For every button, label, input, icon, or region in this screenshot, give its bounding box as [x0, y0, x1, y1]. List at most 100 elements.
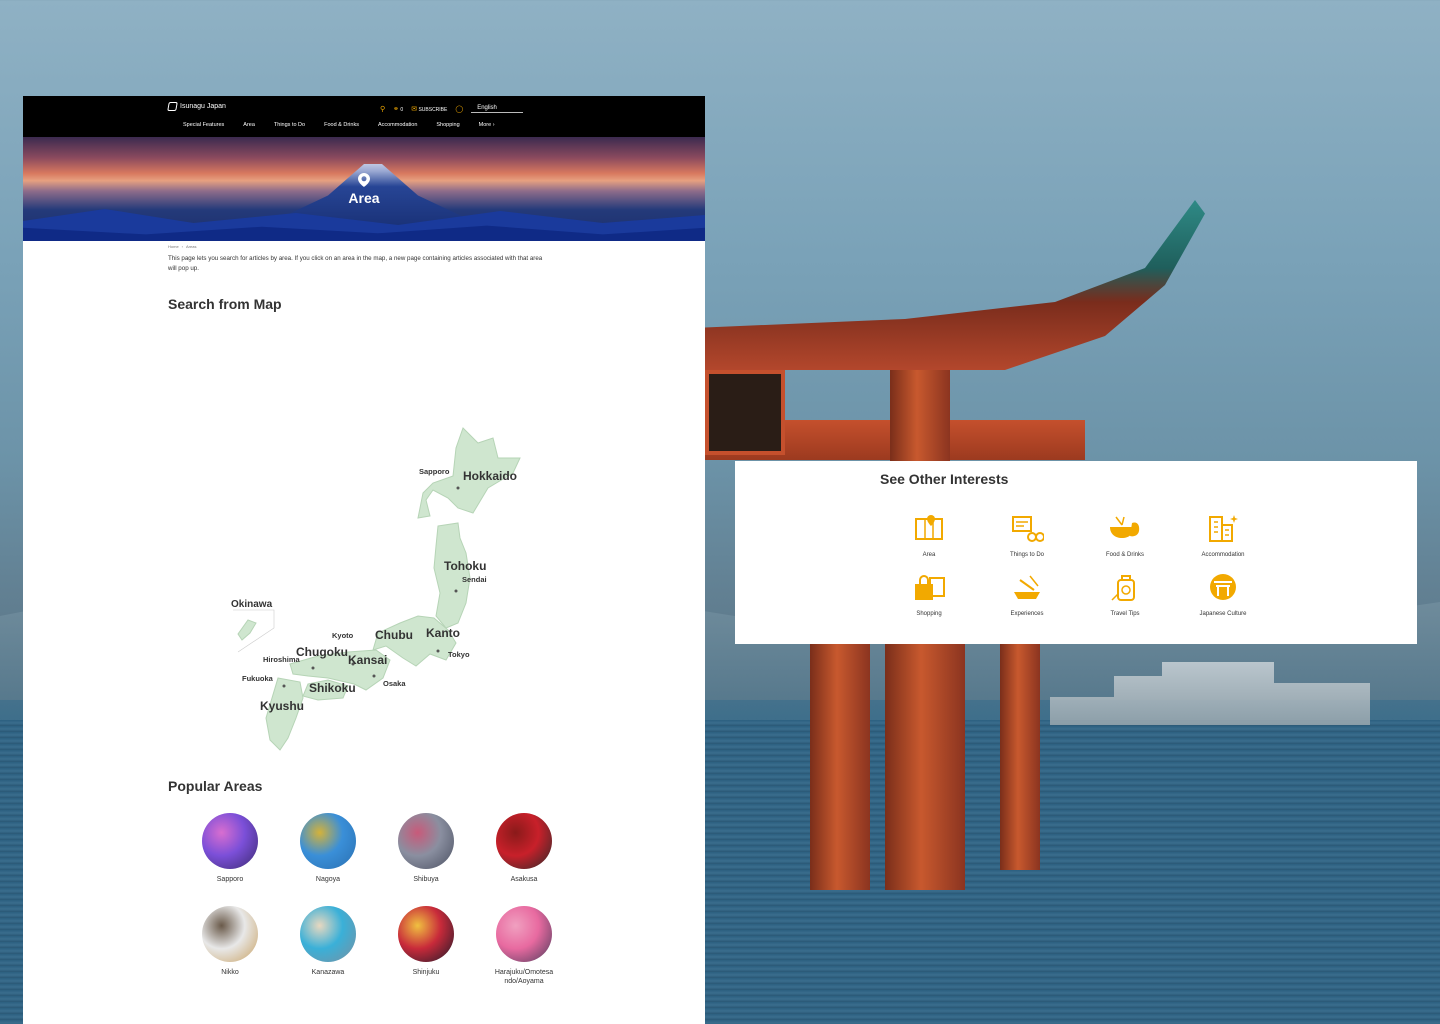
nav-item-things-to-do[interactable]: Things to Do [274, 122, 305, 128]
subscribe-button[interactable]: ✉ SUBSCRIBE [411, 106, 447, 113]
interest-label: Experiences [1010, 611, 1044, 617]
popular-area-item[interactable]: Harajuku/Omotesando/Aoyama [475, 906, 573, 986]
clip-count: 0 [400, 106, 404, 113]
interest-label: Travel Tips [1110, 611, 1140, 617]
interest-item[interactable]: Accommodation [1174, 513, 1272, 558]
torii-post [885, 640, 965, 890]
website-preview: Isunagu Japan ⚲ ⚭ 0 ✉ SUBSCRIBE ◯ Englis… [23, 96, 705, 1024]
map-label-hokkaido[interactable]: Hokkaido [463, 469, 517, 483]
search-icon[interactable]: ⚲ [380, 106, 385, 113]
hero-banner: Area [23, 137, 705, 241]
area-photo [300, 813, 356, 869]
area-name: Shibuya [413, 876, 439, 883]
shopping-bag-icon [912, 572, 946, 607]
interest-item[interactable]: Experiences [978, 572, 1076, 617]
interest-label: Japanese Culture [1199, 611, 1247, 617]
header-utilities: ⚲ ⚭ 0 ✉ SUBSCRIBE ◯ English [380, 105, 523, 113]
area-photo [202, 906, 258, 963]
interest-item[interactable]: Things to Do [978, 513, 1076, 558]
interest-item[interactable]: Japanese Culture [1174, 572, 1272, 617]
popular-area-item[interactable]: Nikko [181, 906, 279, 986]
interests-grid: Area Things to Do Food & Drinks Accommodati… [880, 513, 1272, 617]
popular-area-item[interactable]: Shibuya [377, 813, 475, 884]
hotel-icon [1206, 513, 1240, 548]
interest-item[interactable]: Area [880, 513, 978, 558]
clip-button[interactable]: ⚭ 0 [393, 106, 403, 113]
torii-post [890, 370, 950, 465]
map-region-kyushu[interactable] [265, 677, 304, 751]
map-city-sendai[interactable]: Sendai [462, 575, 487, 584]
page-content: Home › Areas This page lets you search f… [23, 241, 705, 312]
subscribe-label: SUBSCRIBE [418, 106, 448, 113]
popular-area-item[interactable]: Nagoya [279, 813, 377, 884]
map-label-kanto[interactable]: Kanto [426, 626, 460, 640]
interest-item[interactable]: Shopping [880, 572, 978, 617]
logo-icon [167, 102, 178, 111]
area-photo [398, 813, 454, 869]
site-logo[interactable]: Isunagu Japan [167, 102, 226, 111]
map-city-fukuoka[interactable]: Fukuoka [242, 674, 274, 683]
clip-icon: ⚭ [393, 105, 400, 113]
breadcrumb-home[interactable]: Home [168, 244, 179, 249]
area-name: Harajuku/Omotesando/Aoyama [494, 969, 554, 986]
map-label-shikoku[interactable]: Shikoku [309, 681, 356, 695]
main-nav: Special Features Area Things to Do Food … [183, 122, 495, 128]
area-photo [496, 906, 552, 963]
interest-label: Shopping [916, 611, 942, 617]
nav-item-area[interactable]: Area [243, 122, 255, 128]
popular-areas-grid: Sapporo Nagoya Shibuya Asakusa Nikko Kanazawa… [181, 813, 573, 986]
map-label-tohoku[interactable]: Tohoku [444, 559, 486, 573]
torii-post [810, 640, 870, 890]
nav-item-food-drinks[interactable]: Food & Drinks [324, 122, 359, 128]
area-name: Kanazawa [311, 969, 345, 977]
intro-text: This page lets you search for articles b… [168, 255, 543, 273]
map-pin-icon [23, 173, 705, 189]
area-name: Shinjuku [412, 969, 440, 977]
map-section-title: Search from Map [168, 296, 282, 313]
interest-label: Accommodation [1201, 552, 1245, 558]
language-select[interactable]: English [471, 105, 523, 113]
map-label-chugoku[interactable]: Chugoku [296, 645, 348, 659]
breadcrumb-separator: › [181, 244, 184, 249]
interest-label: Food & Drinks [1105, 552, 1144, 558]
area-name: Nagoya [315, 876, 341, 883]
torii-sign-board [705, 370, 785, 455]
map-city-tokyo[interactable]: Tokyo [448, 650, 470, 659]
hero-heading: Area [23, 173, 705, 206]
nav-more-label: More [478, 122, 492, 128]
map-city-sapporo[interactable]: Sapporo [419, 467, 450, 476]
popular-area-item[interactable]: Shinjuku [377, 906, 475, 986]
torii-roof [705, 200, 1205, 370]
map-label-okinawa[interactable]: Okinawa [231, 599, 273, 610]
area-name: Asakusa [510, 876, 538, 883]
culture-icon [1206, 572, 1240, 607]
map-city-hiroshima[interactable]: Hiroshima [263, 655, 301, 664]
food-icon [1108, 513, 1142, 548]
map-region-okinawa[interactable] [237, 619, 257, 641]
other-interests-title: See Other Interests [880, 471, 1009, 487]
area-name: Sapporo [216, 876, 244, 883]
map-label-kyushu[interactable]: Kyushu [260, 699, 304, 713]
map-city-kyoto[interactable]: Kyoto [332, 631, 354, 640]
mail-icon: ✉ [411, 105, 418, 113]
popular-area-item[interactable]: Asakusa [475, 813, 573, 884]
interest-item[interactable]: Travel Tips [1076, 572, 1174, 617]
nav-item-accommodation[interactable]: Accommodation [378, 122, 417, 128]
boat-icon [1010, 572, 1044, 607]
popular-area-item[interactable]: Kanazawa [279, 906, 377, 986]
nav-item-more[interactable]: More › [479, 122, 495, 128]
map-label-kansai[interactable]: Kansai [348, 653, 387, 667]
nav-item-shopping[interactable]: Shopping [436, 122, 459, 128]
area-name: Nikko [221, 969, 239, 977]
area-photo [202, 813, 258, 869]
interest-label: Area [922, 552, 936, 558]
map-icon [912, 513, 946, 548]
popular-area-item[interactable]: Sapporo [181, 813, 279, 884]
area-photo [496, 813, 552, 869]
page-title: Area [348, 190, 380, 206]
okinawa-inset-frame [233, 609, 275, 653]
map-label-chubu[interactable]: Chubu [375, 628, 413, 642]
interest-item[interactable]: Food & Drinks [1076, 513, 1174, 558]
nav-item-special-features[interactable]: Special Features [183, 122, 224, 128]
map-city-osaka[interactable]: Osaka [383, 679, 406, 688]
